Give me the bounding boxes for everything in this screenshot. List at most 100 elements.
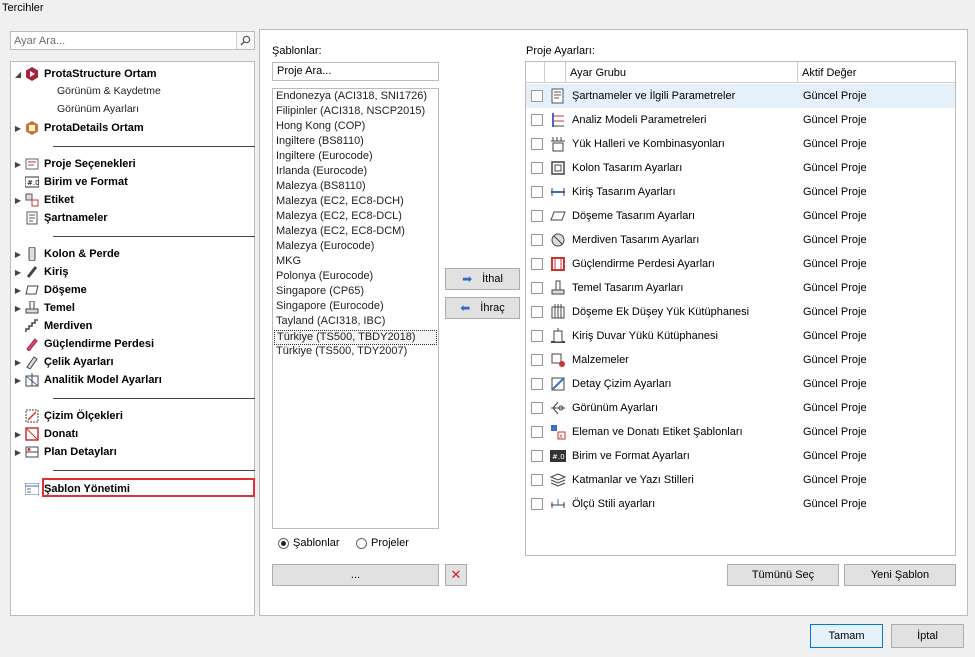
row-checkbox[interactable] <box>531 210 543 222</box>
export-button[interactable]: ⬅ İhraç <box>445 297 520 319</box>
tree-item-project[interactable]: ▶ Proje Seçenekleri <box>11 155 136 173</box>
row-checkbox[interactable] <box>531 90 543 102</box>
row-checkbox[interactable] <box>531 474 543 486</box>
radio-templates-dot[interactable] <box>278 537 289 549</box>
template-list-item[interactable]: Türkiye (TS500, TBDY2018) <box>274 330 437 345</box>
expand-arrow-icon[interactable]: ▶ <box>13 448 23 457</box>
row-checkbox[interactable] <box>531 186 543 198</box>
template-list-item[interactable]: Tayland (ACI318, IBC) <box>276 315 385 330</box>
row-checkbox[interactable] <box>531 450 543 462</box>
grid-row[interactable]: x Eleman ve Donatı Etiket Şablonları Günce… <box>526 420 955 444</box>
tree-item-view[interactable]: Görünüm Ayarları <box>57 103 139 119</box>
expand-arrow-icon[interactable]: ▶ <box>13 268 23 277</box>
settings-search[interactable]: Ayar Ara... <box>10 31 255 50</box>
grid-row[interactable]: Döşeme Ek Düşey Yük Kütüphanesi Güncel Pr… <box>526 300 955 324</box>
browse-button[interactable]: ... <box>272 564 439 586</box>
template-list-item[interactable]: MKG <box>276 255 301 270</box>
row-checkbox[interactable] <box>531 162 543 174</box>
tree-item-foundation[interactable]: ▶ Temel <box>11 299 75 317</box>
row-active-value[interactable]: Güncel Proje <box>803 330 867 342</box>
row-active-value[interactable]: Güncel Proje <box>803 402 867 414</box>
row-checkbox[interactable] <box>531 138 543 150</box>
template-list-item[interactable]: Türkiye (TS500, TDY2007) <box>276 345 407 360</box>
grid-row[interactable]: Detay Çizim Ayarları Güncel Proje <box>526 372 955 396</box>
template-list-item[interactable]: Malezya (EC2, EC8-DCM) <box>276 225 405 240</box>
row-active-value[interactable]: Güncel Proje <box>803 234 867 246</box>
settings-search-input[interactable]: Ayar Ara... <box>11 35 236 47</box>
project-settings-grid[interactable]: Ayar Grubu Aktif Değer Şartnameler ve İl… <box>525 61 956 556</box>
row-active-value[interactable]: Güncel Proje <box>803 258 867 270</box>
template-search-input[interactable]: Proje Ara... <box>272 62 439 81</box>
row-checkbox[interactable] <box>531 354 543 366</box>
row-active-value[interactable]: Güncel Proje <box>803 90 867 102</box>
template-list-item[interactable]: Filipinler (ACI318, NSCP2015) <box>276 105 425 120</box>
delete-button[interactable]: ✕ <box>445 564 467 586</box>
template-list-item[interactable]: Malezya (EC2, EC8-DCH) <box>276 195 404 210</box>
expand-arrow-icon[interactable]: ▶ <box>13 376 23 385</box>
settings-tree[interactable]: ◢ ProtaStructure Ortam Görünüm & Kaydetm… <box>10 61 255 616</box>
row-checkbox[interactable] <box>531 258 543 270</box>
row-checkbox[interactable] <box>531 402 543 414</box>
grid-row[interactable]: Yük Halleri ve Kombinasyonları Güncel Pro… <box>526 132 955 156</box>
grid-row[interactable]: Malzemeler Güncel Proje <box>526 348 955 372</box>
tree-item-save[interactable]: Görünüm & Kaydetme <box>57 85 161 101</box>
row-checkbox[interactable] <box>531 426 543 438</box>
tree-item-drawing-scales[interactable]: Çizim Ölçekleri <box>11 407 123 425</box>
template-list-item[interactable]: Ingiltere (Eurocode) <box>276 150 373 165</box>
row-active-value[interactable]: Güncel Proje <box>803 138 867 150</box>
grid-header-group[interactable]: Ayar Grubu <box>566 62 798 83</box>
tree-item-units[interactable]: #.0 Birim ve Format <box>11 173 128 191</box>
row-checkbox[interactable] <box>531 378 543 390</box>
tree-item-label[interactable]: ▶ Etiket <box>11 191 74 209</box>
expand-arrow-icon[interactable]: ▶ <box>13 196 23 205</box>
grid-row[interactable]: Katmanlar ve Yazı Stilleri Güncel Proje <box>526 468 955 492</box>
row-checkbox[interactable] <box>531 114 543 126</box>
grid-row[interactable]: Kiriş Duvar Yükü Kütüphanesi Güncel Proje <box>526 324 955 348</box>
expand-arrow-icon[interactable]: ▶ <box>13 250 23 259</box>
grid-row[interactable]: Şartnameler ve İlgili Parametreler Güncel… <box>526 84 955 108</box>
row-active-value[interactable]: Güncel Proje <box>803 450 867 462</box>
expand-arrow-icon[interactable]: ▶ <box>13 160 23 169</box>
expand-arrow-icon[interactable]: ▶ <box>13 286 23 295</box>
radio-projects[interactable]: Projeler <box>356 537 409 549</box>
grid-row[interactable]: Ölçü Stili ayarları Güncel Proje <box>526 492 955 516</box>
template-list-item[interactable]: Malezya (Eurocode) <box>276 240 374 255</box>
row-checkbox[interactable] <box>531 282 543 294</box>
template-list-item[interactable]: Singapore (CP65) <box>276 285 364 300</box>
template-list[interactable]: Endonezya (ACI318, SNI1726) Filipinler (A… <box>272 88 439 529</box>
row-checkbox[interactable] <box>531 306 543 318</box>
tree-item-stairs[interactable]: Merdiven <box>11 317 92 335</box>
grid-row[interactable]: Kiriş Tasarım Ayarları Güncel Proje <box>526 180 955 204</box>
template-list-item[interactable]: Polonya (Eurocode) <box>276 270 373 285</box>
template-list-item[interactable]: Malezya (BS8110) <box>276 180 366 195</box>
tree-item-rebar[interactable]: ▶ Donatı <box>11 425 78 443</box>
row-active-value[interactable]: Güncel Proje <box>803 162 867 174</box>
row-active-value[interactable]: Güncel Proje <box>803 354 867 366</box>
grid-row[interactable]: Merdiven Tasarım Ayarları Güncel Proje <box>526 228 955 252</box>
template-list-item[interactable]: Malezya (EC2, EC8-DCL) <box>276 210 402 225</box>
grid-row[interactable]: #.0 Birim ve Format Ayarları Güncel Proje <box>526 444 955 468</box>
collapse-arrow-icon[interactable]: ◢ <box>13 70 23 79</box>
row-active-value[interactable]: Güncel Proje <box>803 378 867 390</box>
tree-item-shearwall[interactable]: Güçlendirme Perdesi <box>11 335 154 353</box>
radio-templates[interactable]: Şablonlar <box>278 537 339 549</box>
row-active-value[interactable]: Güncel Proje <box>803 306 867 318</box>
radio-projects-dot[interactable] <box>356 537 367 549</box>
ok-button[interactable]: Tamam <box>810 624 883 648</box>
grid-row[interactable]: Analiz Modeli Parametreleri Güncel Proje <box>526 108 955 132</box>
grid-row[interactable]: Temel Tasarım Ayarları Güncel Proje <box>526 276 955 300</box>
grid-row[interactable]: Görünüm Ayarları Güncel Proje <box>526 396 955 420</box>
cancel-button[interactable]: İptal <box>891 624 964 648</box>
row-active-value[interactable]: Güncel Proje <box>803 114 867 126</box>
row-checkbox[interactable] <box>531 234 543 246</box>
row-active-value[interactable]: Güncel Proje <box>803 474 867 486</box>
expand-arrow-icon[interactable]: ▶ <box>13 304 23 313</box>
new-template-button[interactable]: Yeni Şablon <box>844 564 956 586</box>
grid-row[interactable]: Kolon Tasarım Ayarları Güncel Proje <box>526 156 955 180</box>
template-list-item[interactable]: Endonezya (ACI318, SNI1726) <box>276 90 427 105</box>
expand-arrow-icon[interactable]: ▶ <box>13 124 23 133</box>
template-list-item[interactable]: Irlanda (Eurocode) <box>276 165 367 180</box>
template-list-item[interactable]: Singapore (Eurocode) <box>276 300 384 315</box>
row-active-value[interactable]: Güncel Proje <box>803 498 867 510</box>
row-active-value[interactable]: Güncel Proje <box>803 210 867 222</box>
